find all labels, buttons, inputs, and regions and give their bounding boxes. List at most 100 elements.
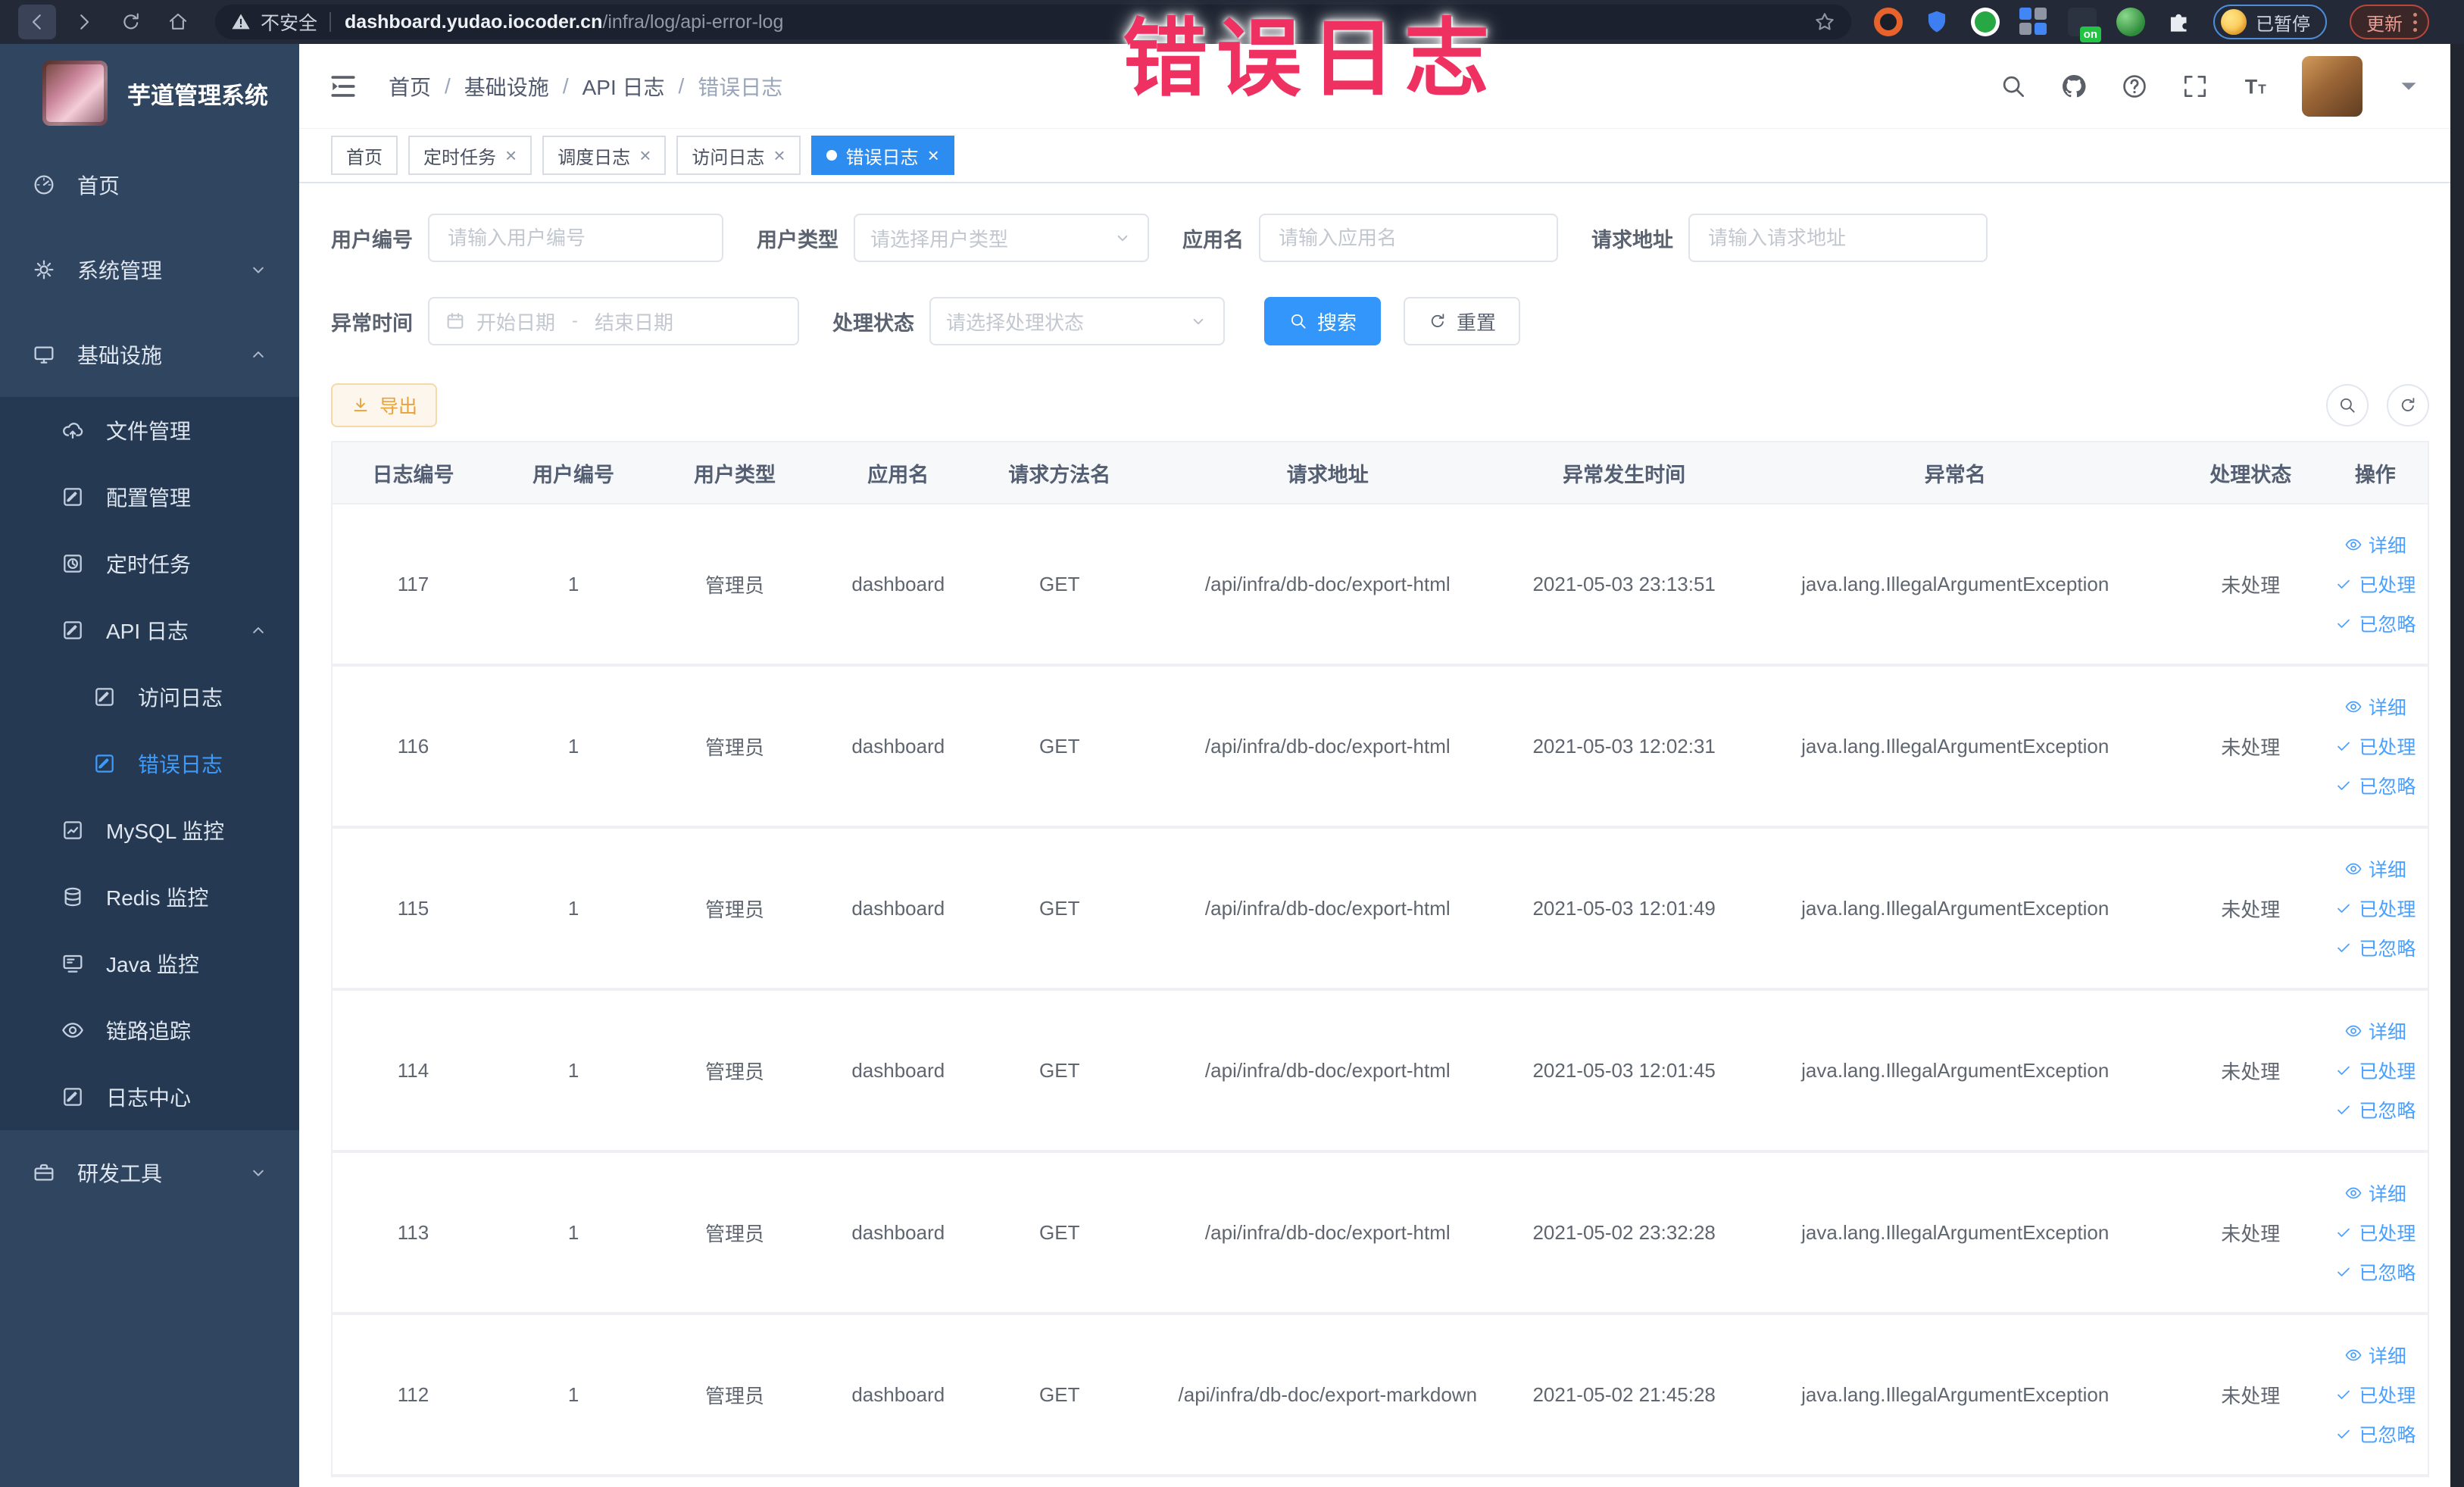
cell-user-type: 管理员 xyxy=(653,665,817,829)
tab-错误日志[interactable]: 错误日志 × xyxy=(810,136,954,175)
sidebar-item-label: 文件管理 xyxy=(106,420,192,443)
sidebar-item[interactable]: Java 监控 xyxy=(0,930,299,997)
tab-访问日志[interactable]: 访问日志 × xyxy=(676,136,801,175)
extensions-puzzle-icon[interactable] xyxy=(2165,8,2194,36)
action-detail-link[interactable]: 详细 xyxy=(2344,1342,2406,1369)
sidebar-item-label: 访问日志 xyxy=(138,686,223,710)
sidebar-item[interactable]: 文件管理 xyxy=(0,397,299,464)
action-detail-link[interactable]: 详细 xyxy=(2344,531,2406,558)
exception-time-label: 异常时间 xyxy=(331,311,413,335)
reset-button[interactable]: 重置 xyxy=(1404,297,1521,345)
sidebar-item[interactable]: 基础设施 xyxy=(0,312,299,397)
profile-paused-badge[interactable]: 已暂停 xyxy=(2213,5,2327,39)
github-icon[interactable] xyxy=(2060,72,2088,101)
check-icon xyxy=(2334,614,2353,633)
breadcrumb-item[interactable]: API 日志 xyxy=(582,71,665,102)
user-avatar[interactable] xyxy=(2302,55,2363,117)
extension-orange-ring-icon[interactable] xyxy=(1874,8,1903,36)
action-processed-link[interactable]: 已处理 xyxy=(2334,1381,2416,1408)
close-icon[interactable]: × xyxy=(505,145,517,165)
action-ignored-link[interactable]: 已忽略 xyxy=(2334,772,2416,799)
cell-user-id: 1 xyxy=(493,1314,654,1477)
sidebar-toggle-hamburger-icon[interactable] xyxy=(326,70,360,103)
eye-icon xyxy=(2344,1346,2363,1364)
close-icon[interactable]: × xyxy=(773,145,785,165)
sidebar-item[interactable]: API 日志 xyxy=(0,597,299,664)
user-id-input[interactable] xyxy=(428,214,723,262)
action-detail-link[interactable]: 详细 xyxy=(2344,1017,2406,1045)
action-processed-link[interactable]: 已处理 xyxy=(2334,1057,2416,1084)
sidebar-item[interactable]: 定时任务 xyxy=(0,530,299,597)
sidebar-item[interactable]: 访问日志 xyxy=(0,664,299,730)
table-row: 117 1 管理员 dashboard GET/api/infra/db-doc/exp… xyxy=(333,504,2428,667)
breadcrumb-item[interactable]: 首页 xyxy=(389,71,431,102)
action-ignored-link[interactable]: 已忽略 xyxy=(2334,1420,2416,1448)
request-url-input[interactable] xyxy=(1688,214,1988,262)
action-detail-link[interactable]: 详细 xyxy=(2344,855,2406,883)
export-button[interactable]: 导出 xyxy=(331,383,438,427)
breadcrumb-item[interactable]: 基础设施 xyxy=(464,71,549,102)
sidebar-item[interactable]: 系统管理 xyxy=(0,227,299,312)
search-button[interactable]: 搜索 xyxy=(1264,297,1382,345)
extension-green-circle-icon[interactable] xyxy=(1971,8,2000,36)
extension-shield-icon[interactable] xyxy=(1922,8,1951,36)
column-header: 请求地址 xyxy=(1138,442,1516,505)
action-detail-link[interactable]: 详细 xyxy=(2344,1179,2406,1207)
cell-actions: 详细 已处理 已忽略 xyxy=(2322,827,2428,991)
user-type-select[interactable]: 请选择用户类型 xyxy=(854,214,1149,262)
fullscreen-icon[interactable] xyxy=(2181,72,2209,101)
action-processed-link[interactable]: 已处理 xyxy=(2334,733,2416,760)
header-search-icon[interactable] xyxy=(1999,72,2028,101)
bookmark-star-icon[interactable] xyxy=(1813,11,1836,33)
search-icon xyxy=(1288,311,1308,331)
action-ignored-link[interactable]: 已忽略 xyxy=(2334,610,2416,637)
extension-on-badge-icon[interactable]: on xyxy=(2068,8,2101,42)
tab-调度日志[interactable]: 调度日志 × xyxy=(542,136,667,175)
browser-forward-button[interactable] xyxy=(65,5,103,39)
action-processed-link[interactable]: 已处理 xyxy=(2334,895,2416,922)
monitor-icon xyxy=(32,342,56,367)
sidebar-item[interactable]: 错误日志 xyxy=(0,730,299,797)
action-detail-link[interactable]: 详细 xyxy=(2344,693,2406,720)
browser-address-bar[interactable]: 不安全 dashboard.yudao.iocoder.cn/infra/log… xyxy=(215,5,1851,39)
sidebar-item[interactable]: 日志中心 xyxy=(0,1064,299,1130)
pensq-icon xyxy=(92,685,117,709)
sidebar-item[interactable]: MySQL 监控 xyxy=(0,797,299,864)
sidebar-item[interactable]: 研发工具 xyxy=(0,1130,299,1215)
action-ignored-link[interactable]: 已忽略 xyxy=(2334,1258,2416,1286)
eye-icon xyxy=(61,1018,85,1042)
date-range-picker[interactable]: 开始日期 - 结束日期 xyxy=(428,297,799,345)
browser-back-button[interactable] xyxy=(18,5,56,39)
sidebar-item[interactable]: 链路追踪 xyxy=(0,997,299,1064)
extension-grid-icon[interactable] xyxy=(2019,8,2048,36)
action-processed-link[interactable]: 已处理 xyxy=(2334,570,2416,598)
action-processed-link[interactable]: 已处理 xyxy=(2334,1219,2416,1246)
tab-首页[interactable]: 首页 xyxy=(331,136,398,175)
help-icon[interactable] xyxy=(2120,72,2149,101)
extension-leaf-icon[interactable] xyxy=(2116,8,2145,36)
browser-update-button[interactable]: 更新 xyxy=(2350,5,2429,39)
sidebar-item[interactable]: Redis 监控 xyxy=(0,864,299,930)
sidebar-item[interactable]: 首页 xyxy=(0,142,299,227)
cell-status: 未处理 xyxy=(2178,827,2323,991)
browser-home-button[interactable] xyxy=(159,5,197,39)
close-icon[interactable]: × xyxy=(639,145,651,165)
app-name-input[interactable] xyxy=(1259,214,1558,262)
refresh-icon xyxy=(1428,311,1447,331)
cell-user-type: 管理员 xyxy=(653,989,817,1153)
show-search-toggle-button[interactable] xyxy=(2326,384,2369,426)
sidebar-item[interactable]: 配置管理 xyxy=(0,464,299,530)
user-menu-caret-icon[interactable] xyxy=(2394,72,2423,101)
gauge-icon xyxy=(32,173,56,197)
process-status-select[interactable]: 请选择处理状态 xyxy=(929,297,1225,345)
close-icon[interactable]: × xyxy=(928,145,939,165)
refresh-table-button[interactable] xyxy=(2387,384,2429,426)
app-logo-row[interactable]: 芋道管理系统 xyxy=(0,44,299,142)
browser-reload-button[interactable] xyxy=(112,5,150,39)
font-size-icon[interactable]: TT xyxy=(2241,72,2270,101)
tab-定时任务[interactable]: 定时任务 × xyxy=(408,136,532,175)
action-ignored-link[interactable]: 已忽略 xyxy=(2334,1096,2416,1123)
browser-menu-icon[interactable] xyxy=(2413,12,2417,32)
check-icon xyxy=(2334,776,2353,795)
action-ignored-link[interactable]: 已忽略 xyxy=(2334,934,2416,961)
